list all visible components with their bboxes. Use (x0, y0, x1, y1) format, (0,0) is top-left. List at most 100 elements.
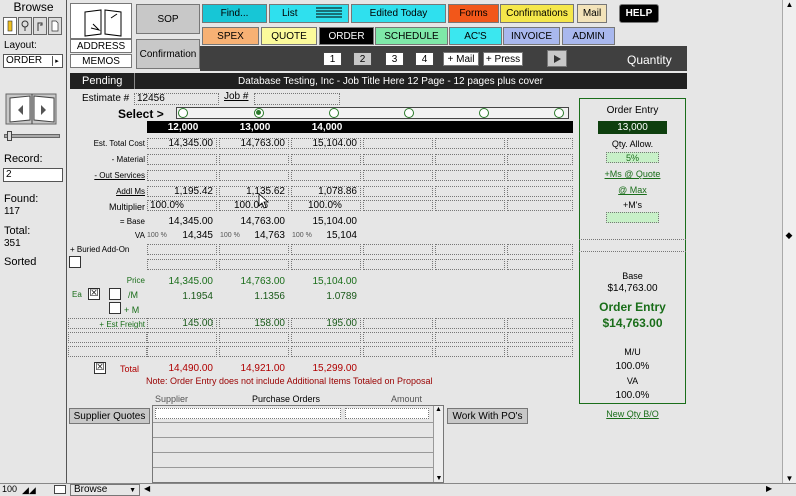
buried-cell-b3[interactable] (291, 259, 361, 270)
out-services-label[interactable]: - Out Services (70, 171, 145, 180)
addl-cell-5[interactable] (435, 186, 505, 197)
layout-tool-icon[interactable] (33, 17, 47, 35)
invoice-button[interactable]: INVOICE (503, 27, 560, 45)
spacer-field[interactable] (579, 239, 686, 252)
extra-cell-b6[interactable] (507, 346, 573, 357)
scroll-down-icon[interactable]: ▼ (434, 475, 444, 482)
zoom-level[interactable]: 100 (2, 484, 17, 494)
est-total-cell-5[interactable] (435, 138, 505, 149)
est-total-cell-6[interactable] (507, 138, 573, 149)
record-slider[interactable] (4, 131, 60, 141)
scroll-up-icon[interactable]: ▲ (783, 0, 796, 9)
forms-button[interactable]: Forms (448, 4, 499, 23)
tab-3[interactable]: 3 (385, 52, 404, 66)
ea-checkbox[interactable]: ☒ (88, 288, 100, 300)
zoom-icons[interactable]: ◢◢ (22, 485, 36, 496)
tab-2[interactable]: 2 (353, 52, 372, 66)
work-with-pos-button[interactable]: Work With PO's (447, 408, 528, 424)
extra-cell-b4[interactable] (363, 346, 433, 357)
layout-select[interactable]: ORDER ▸ (3, 54, 63, 68)
tab-1[interactable]: 1 (323, 52, 342, 66)
freight-cell-2[interactable]: 158.00 (219, 318, 289, 329)
freight-cell-6[interactable] (507, 318, 573, 329)
sop-button[interactable]: SOP (136, 4, 200, 34)
multiplier-cell-1[interactable]: 100.0% (147, 200, 217, 211)
hscroll-left-icon[interactable]: ◀ (144, 484, 150, 493)
out-services-cell-5[interactable] (435, 170, 505, 181)
addl-cell-1[interactable]: 1,195.42 (147, 186, 217, 197)
out-services-cell-4[interactable] (363, 170, 433, 181)
confirmation-button[interactable]: Confirmation (136, 39, 200, 69)
extra-cell-b2[interactable] (219, 346, 289, 357)
buried-cell-b4[interactable] (363, 259, 433, 270)
multiplier-cell-2[interactable]: 100.0% (219, 200, 289, 211)
extra-cell-a5[interactable] (435, 332, 505, 343)
extra-line-b0[interactable] (68, 346, 147, 357)
admin-button[interactable]: ADMIN (562, 27, 615, 45)
confirmations-button[interactable]: Confirmations (500, 4, 574, 23)
mode-select[interactable]: Browse ▼ (70, 484, 140, 496)
material-cell-4[interactable] (363, 154, 433, 165)
list-button[interactable]: List (269, 4, 349, 23)
plus-ms-input[interactable] (606, 212, 659, 223)
material-cell-2[interactable] (219, 154, 289, 165)
extra-cell-a4[interactable] (363, 332, 433, 343)
buried-cell-b5[interactable] (435, 259, 505, 270)
addl-cell-3[interactable]: 1,078.86 (291, 186, 361, 197)
play-icon[interactable] (547, 50, 567, 67)
edited-today-button[interactable]: Edited Today (351, 4, 446, 23)
buried-cell-4[interactable] (363, 244, 433, 255)
find-tool-icon[interactable] (18, 17, 32, 35)
buried-cell-1[interactable] (147, 244, 217, 255)
order-entry-qty[interactable]: 13,000 (598, 121, 667, 134)
buried-checkbox[interactable] (69, 256, 81, 268)
select-radio-3[interactable] (329, 108, 339, 118)
extra-cell-b1[interactable] (147, 346, 217, 357)
multiplier-cell-4[interactable] (363, 200, 433, 211)
est-total-cell-4[interactable] (363, 138, 433, 149)
new-qty-link[interactable]: New Qty B/O (579, 409, 686, 419)
supplier-quotes-button[interactable]: Supplier Quotes (69, 408, 150, 424)
po-supplier-field[interactable] (155, 408, 341, 419)
material-cell-3[interactable] (291, 154, 361, 165)
portal-scrollbar[interactable]: ▲ ▼ (433, 406, 443, 482)
select-radio-6[interactable] (554, 108, 564, 118)
extra-line-a0[interactable] (68, 332, 147, 343)
pending-status[interactable]: Pending (70, 73, 135, 89)
buried-cell-6[interactable] (507, 244, 573, 255)
freight-cell-5[interactable] (435, 318, 505, 329)
acs-button[interactable]: AC'S (449, 27, 502, 45)
window-scrollbar[interactable]: ▲ ◆ ▼ (782, 0, 796, 483)
per-m-checkbox[interactable] (109, 288, 121, 300)
at-max-link[interactable]: @ Max (579, 185, 686, 195)
schedule-button[interactable]: SCHEDULE (375, 27, 448, 45)
multiplier-cell-3[interactable]: 100.0% (291, 200, 361, 211)
addl-ms-label[interactable]: Addl Ms (70, 187, 145, 196)
est-total-cell-1[interactable]: 14,345.00 (147, 138, 217, 149)
spex-button[interactable]: SPEX (202, 27, 259, 45)
extra-cell-b3[interactable] (291, 346, 361, 357)
addl-cell-2[interactable]: 1,135.62 (219, 186, 289, 197)
order-button[interactable]: ORDER (319, 27, 374, 45)
scroll-thumb[interactable]: ◆ (784, 230, 794, 240)
freight-cell-3[interactable]: 195.00 (291, 318, 361, 329)
out-services-cell-6[interactable] (507, 170, 573, 181)
po-amount-field[interactable] (345, 408, 429, 419)
extra-cell-a3[interactable] (291, 332, 361, 343)
buried-cell-5[interactable] (435, 244, 505, 255)
freight-cell-4[interactable] (363, 318, 433, 329)
buried-cell-2[interactable] (219, 244, 289, 255)
buried-cell-3[interactable] (291, 244, 361, 255)
multiplier-cell-6[interactable] (507, 200, 573, 211)
material-cell-6[interactable] (507, 154, 573, 165)
quote-button[interactable]: QUOTE (261, 27, 317, 45)
tool-palette[interactable] (3, 17, 63, 35)
buried-cell-b2[interactable] (219, 259, 289, 270)
material-cell-5[interactable] (435, 154, 505, 165)
select-radio-5[interactable] (479, 108, 489, 118)
extra-cell-b5[interactable] (435, 346, 505, 357)
scroll-down-icon[interactable]: ▼ (783, 474, 796, 483)
buried-cell-b6[interactable] (507, 259, 573, 270)
select-radio-2[interactable] (254, 108, 264, 118)
select-radio-1[interactable] (178, 108, 188, 118)
